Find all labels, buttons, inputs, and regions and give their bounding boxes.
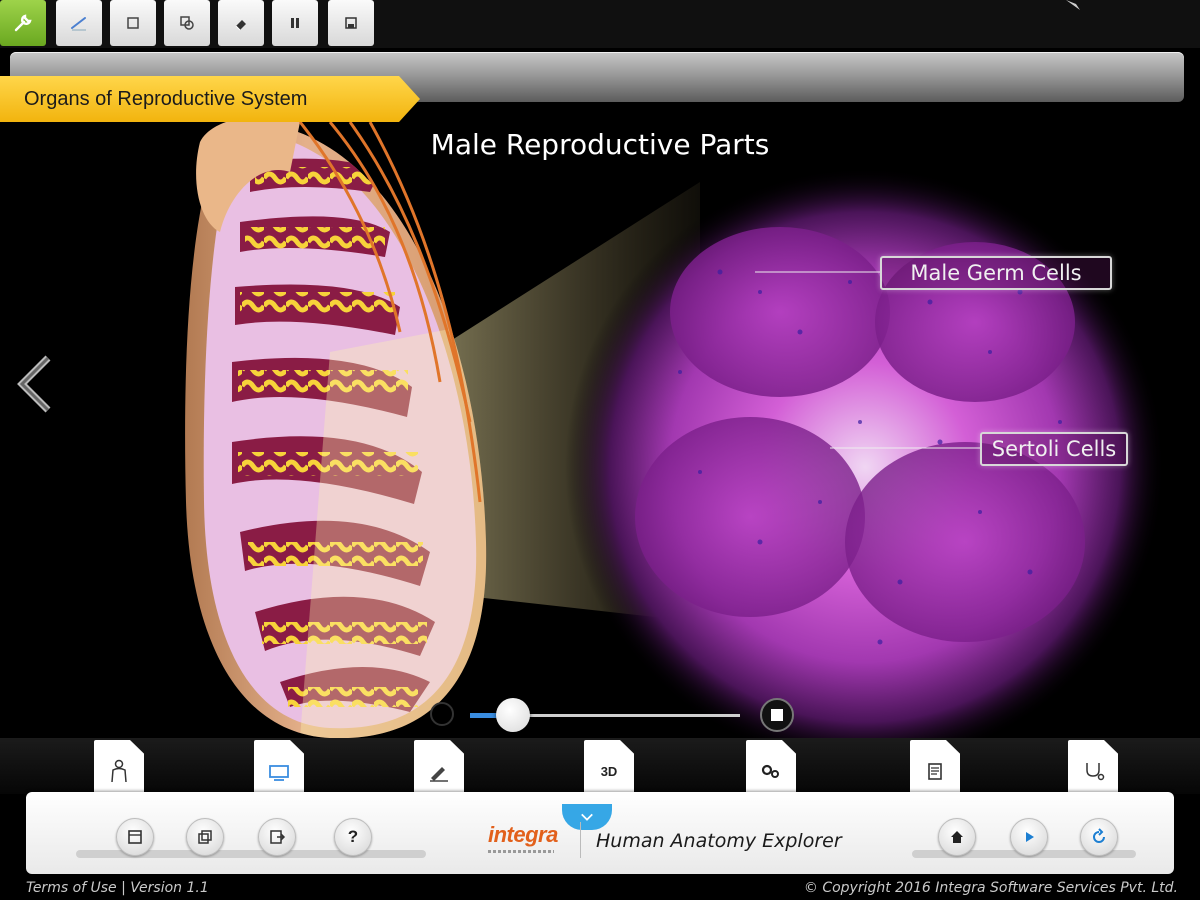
layout-icon <box>128 830 142 844</box>
document-icon <box>928 763 942 780</box>
pencil-ruler-icon <box>430 767 448 782</box>
refresh-button[interactable] <box>1080 818 1118 856</box>
help-icon: ? <box>347 827 359 846</box>
section-title: Organs of Reproductive System <box>24 87 308 110</box>
save-tool-button[interactable] <box>328 0 374 46</box>
eraser-tool-button[interactable] <box>218 0 264 46</box>
previous-arrow-icon[interactable] <box>16 354 56 414</box>
export-button[interactable] <box>258 818 296 856</box>
wrench-tool-button[interactable] <box>0 0 46 46</box>
app-window: Organs of Reproductive System Male Repro… <box>0 0 1200 900</box>
three-d-icon: 3D <box>600 763 618 779</box>
callout-label-germ-cells: Male Germ Cells <box>910 261 1082 285</box>
callout-sertoli-cells[interactable]: Sertoli Cells <box>980 432 1128 466</box>
stop-button[interactable] <box>760 698 794 732</box>
anatomy-illustration <box>185 122 1165 738</box>
layout-button[interactable] <box>116 818 154 856</box>
square-icon <box>127 17 139 29</box>
refresh-icon <box>1093 828 1105 843</box>
shapes-icon <box>180 16 194 30</box>
pause-icon <box>291 18 299 28</box>
home-button[interactable] <box>938 818 976 856</box>
footer: Terms of Use | Version 1.1 © Copyright 2… <box>0 878 1200 900</box>
body-figure-icon <box>111 759 127 783</box>
footer-copyright: © Copyright 2016 Integra Software Servic… <box>803 880 1178 896</box>
callout-label-sertoli-cells: Sertoli Cells <box>991 437 1117 461</box>
copy-icon <box>198 830 212 844</box>
stage-title: Male Reproductive Parts <box>430 128 770 161</box>
play-icon <box>1026 832 1034 842</box>
stop-icon <box>771 709 783 721</box>
pen-icon <box>71 17 86 31</box>
section-title-ribbon: Organs of Reproductive System <box>0 76 420 122</box>
footer-terms-version[interactable]: Terms of Use | Version 1.1 <box>26 880 209 896</box>
content-stage: Male Reproductive Parts Male Germ Cells … <box>0 122 1200 738</box>
callout-male-germ-cells[interactable]: Male Germ Cells <box>880 256 1112 290</box>
stethoscope-icon <box>1086 763 1105 781</box>
corner-arrow-icon <box>1066 0 1080 10</box>
home-icon <box>951 831 963 843</box>
pen-tool-button[interactable] <box>56 0 102 46</box>
wrench-icon <box>14 14 32 32</box>
top-toolbar <box>0 0 1200 48</box>
save-icon <box>345 17 357 29</box>
rewind-button[interactable] <box>430 702 454 726</box>
pause-tool-button[interactable] <box>272 0 318 46</box>
help-button[interactable]: ? <box>334 818 372 856</box>
play-button[interactable] <box>1010 818 1048 856</box>
integra-logo: integra <box>488 822 558 853</box>
square-tool-button[interactable] <box>110 0 156 46</box>
app-title: Human Anatomy Explorer <box>596 830 842 852</box>
copy-button[interactable] <box>186 818 224 856</box>
shapes-tool-button[interactable] <box>164 0 210 46</box>
chevron-down-icon <box>581 813 593 821</box>
display-icon <box>269 765 289 781</box>
gears-icon <box>761 764 779 778</box>
playback-slider-thumb[interactable] <box>496 698 531 732</box>
export-icon <box>270 830 286 844</box>
brand-divider <box>580 822 581 858</box>
eraser-icon <box>235 20 246 31</box>
